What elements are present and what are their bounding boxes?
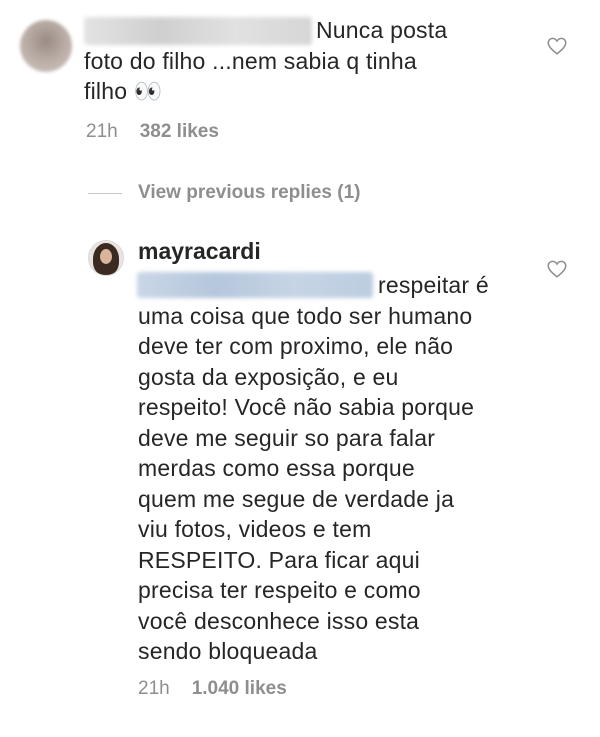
avatar-face <box>100 249 112 264</box>
reply-line: respeito! Você não sabia porque <box>138 394 475 420</box>
comment-line-2: foto do filho ...nem sabia q tinha <box>84 47 417 74</box>
reply-line: uma coisa que todo ser humano <box>138 302 473 329</box>
reply-line: gosta da exposição, e eu <box>138 363 399 390</box>
reply-line: deve ter com proximo, ele não <box>138 333 454 359</box>
reply-line: precisa ter respeito e como <box>138 577 421 603</box>
comment-line-1: Nunca posta <box>316 17 448 43</box>
reply-line: respeitar é <box>378 272 489 298</box>
commenter-avatar-blurred[interactable] <box>20 20 72 72</box>
reply-line: RESPEITO. Para ficar aqui <box>138 546 420 573</box>
comment-meta: 21h 382 likes <box>86 121 219 143</box>
reply-username[interactable]: mayracardi <box>138 238 261 265</box>
comment-line-3: filho 👀 <box>84 78 163 104</box>
reply-line: você desconhece isso esta <box>138 607 420 634</box>
replies-divider-line <box>88 192 122 194</box>
like-heart-icon[interactable] <box>546 35 568 57</box>
comment-timestamp[interactable]: 21h <box>86 121 118 142</box>
reply-likes-count[interactable]: 1.040 likes <box>192 678 287 699</box>
view-previous-replies[interactable]: View previous replies (1) <box>88 178 360 208</box>
reply-line: deve me seguir so para falar <box>138 424 436 451</box>
reply-line: sendo bloqueada <box>138 638 318 664</box>
reply-line: quem me segue de verdade ja <box>138 485 455 512</box>
reply-line: merdas como essa porque <box>138 455 415 481</box>
view-previous-replies-label[interactable]: View previous replies (1) <box>138 182 360 204</box>
reply-like-heart-icon[interactable] <box>546 258 568 280</box>
reply-avatar[interactable] <box>88 240 124 276</box>
comment-text: Nunca posta foto do filho ...nem sabia q… <box>84 15 534 107</box>
reply-text: respeitar é uma coisa que todo ser human… <box>138 270 538 667</box>
reply-meta: 21h 1.040 likes <box>138 678 287 700</box>
reply-timestamp[interactable]: 21h <box>138 678 170 699</box>
reply-line: viu fotos, videos e tem <box>138 516 372 542</box>
comment-likes-count[interactable]: 382 likes <box>140 121 219 142</box>
comments-screen: { "comment1": { "text_line1": "Nunca pos… <box>0 0 600 737</box>
